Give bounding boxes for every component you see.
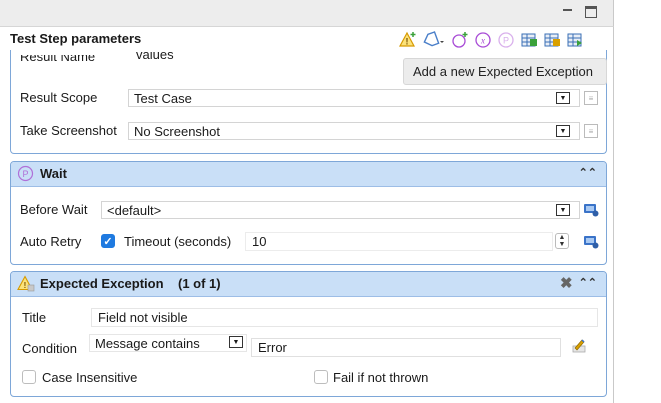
take-screenshot-select[interactable]: No Screenshot [128, 122, 580, 140]
before-wait-select[interactable]: <default> [101, 201, 580, 219]
result-name-label: Result Name [20, 55, 96, 64]
view-title-strip [0, 0, 614, 27]
add-parameter-icon[interactable] [450, 30, 470, 50]
warning-icon: ! [17, 275, 35, 295]
result-scope-label: Result Scope [20, 90, 98, 105]
wait-section-header[interactable]: P Wait ⌃⌃ [11, 162, 606, 187]
chevron-down-icon[interactable]: ▼ [556, 204, 570, 216]
timeout-spinner[interactable]: ▲ ▼ [555, 233, 569, 249]
fail-if-not-thrown-label: Fail if not thrown [333, 370, 429, 385]
remove-exception-icon[interactable]: ✖ [560, 276, 573, 291]
collapse-icon[interactable]: ⌃⌃ [579, 166, 597, 179]
svg-text:P: P [503, 36, 509, 46]
svg-text:x: x [480, 36, 485, 46]
expected-exception-title: Expected Exception [40, 276, 164, 291]
wait-section-title: Wait [40, 166, 67, 181]
panel-border [613, 27, 614, 403]
chevron-down-icon[interactable]: ▼ [229, 336, 243, 348]
collapse-icon[interactable]: ⌃⌃ [579, 276, 597, 289]
svg-text:P: P [22, 169, 28, 179]
edit-expression-icon[interactable] [571, 338, 589, 357]
expected-exception-section: ! Expected Exception (1 of 1) ✖ ⌃⌃ Title… [10, 271, 607, 397]
context-menu-icon[interactable]: ≡ [584, 124, 598, 138]
parameter-icon[interactable]: P [496, 30, 516, 50]
table-add-icon[interactable] [542, 30, 562, 50]
timeout-settings-icon[interactable] [583, 234, 599, 249]
form-title: Test Step parameters [10, 31, 142, 46]
svg-text:!: ! [24, 281, 27, 290]
minimize-icon[interactable] [562, 6, 574, 18]
case-insensitive-label: Case Insensitive [42, 370, 138, 385]
parameter-icon: P [17, 165, 34, 185]
wait-section: P Wait ⌃⌃ Before Wait <default> ▼ Auto R… [10, 161, 607, 265]
expected-exception-counter: (1 of 1) [178, 276, 221, 291]
take-screenshot-label: Take Screenshot [20, 123, 117, 138]
auto-retry-checkbox[interactable]: ✓ [101, 234, 115, 248]
svg-text:!: ! [406, 37, 409, 47]
tooltip: Add a new Expected Exception [403, 58, 607, 85]
condition-select[interactable]: Message contains [89, 334, 247, 352]
table-icon[interactable] [519, 30, 539, 50]
chevron-down-icon[interactable]: ▼ [556, 92, 570, 104]
chevron-down-icon[interactable]: ▼ [556, 125, 570, 137]
exception-title-input[interactable]: Field not visible [91, 308, 598, 327]
expected-exception-header[interactable]: ! Expected Exception (1 of 1) ✖ ⌃⌃ [11, 272, 606, 297]
condition-text-input[interactable]: Error [251, 338, 561, 357]
case-insensitive-checkbox[interactable] [22, 370, 36, 384]
result-name-field[interactable]: values [131, 52, 401, 64]
table-export-icon[interactable] [565, 30, 585, 50]
condition-label: Condition [22, 341, 77, 356]
context-menu-icon[interactable]: ≡ [584, 91, 598, 105]
variable-icon[interactable]: x [473, 30, 493, 50]
before-wait-label: Before Wait [20, 202, 88, 217]
timeout-input[interactable]: 10 [245, 232, 553, 251]
result-scope-select[interactable]: Test Case [128, 89, 580, 107]
maximize-icon[interactable] [585, 6, 597, 18]
fail-if-not-thrown-checkbox[interactable] [314, 370, 328, 384]
warning-add-icon[interactable]: ! [398, 30, 418, 50]
timeout-label: Timeout (seconds) [124, 234, 232, 249]
exception-title-label: Title [22, 310, 47, 325]
form-toolbar: ! x P [398, 30, 585, 52]
auto-retry-label: Auto Retry [20, 234, 82, 249]
tag-dropdown-icon[interactable] [421, 30, 447, 50]
wait-settings-icon[interactable] [583, 202, 599, 217]
